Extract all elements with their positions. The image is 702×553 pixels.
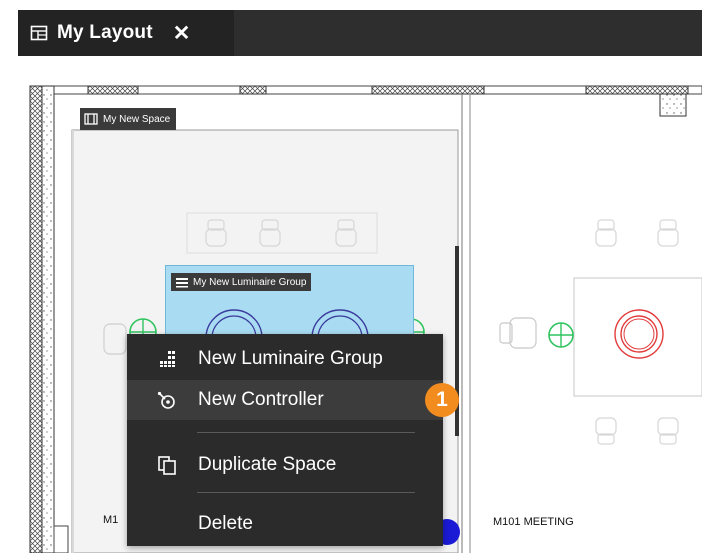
menu-item-label: New Luminaire Group [198,348,383,369]
luminaire-group-icon [160,351,175,367]
space-label[interactable]: My New Space [80,108,177,130]
layout-icon [30,25,48,41]
menu-separator [197,432,415,433]
tab-my-layout[interactable]: My Layout ✕ [18,10,234,56]
context-menu-panel: New Luminaire Group New Controller Dupli… [127,334,443,546]
menu-item-duplicate-space[interactable]: Duplicate Space [127,446,443,484]
luminaire-group-label-text: My New Luminaire Group [193,276,307,288]
space-icon [84,113,98,125]
close-icon[interactable]: ✕ [173,23,191,44]
luminaire-group-label[interactable]: My New Luminaire Group [171,273,312,291]
menu-separator [197,492,415,493]
space-label-text: My New Space [103,113,171,125]
menu-item-new-controller[interactable]: New Controller [127,380,443,420]
menu-item-new-luminaire-group[interactable]: New Luminaire Group [127,340,443,378]
controller-icon [157,391,175,409]
menu-item-label: New Controller [198,389,324,410]
room-label-m1: M1 [103,514,119,526]
menu-item-label: Delete [198,513,253,534]
menu-item-label: Duplicate Space [198,454,337,475]
luminaire-group-icon [176,277,188,287]
callout-badge: 1 [425,383,459,417]
tab-bar: My Layout ✕ [0,0,702,66]
duplicate-icon [158,456,176,475]
menu-item-delete[interactable]: Delete [127,505,443,543]
room-label-m101: M101 MEETING [493,516,574,528]
tab-title: My Layout [57,22,153,43]
